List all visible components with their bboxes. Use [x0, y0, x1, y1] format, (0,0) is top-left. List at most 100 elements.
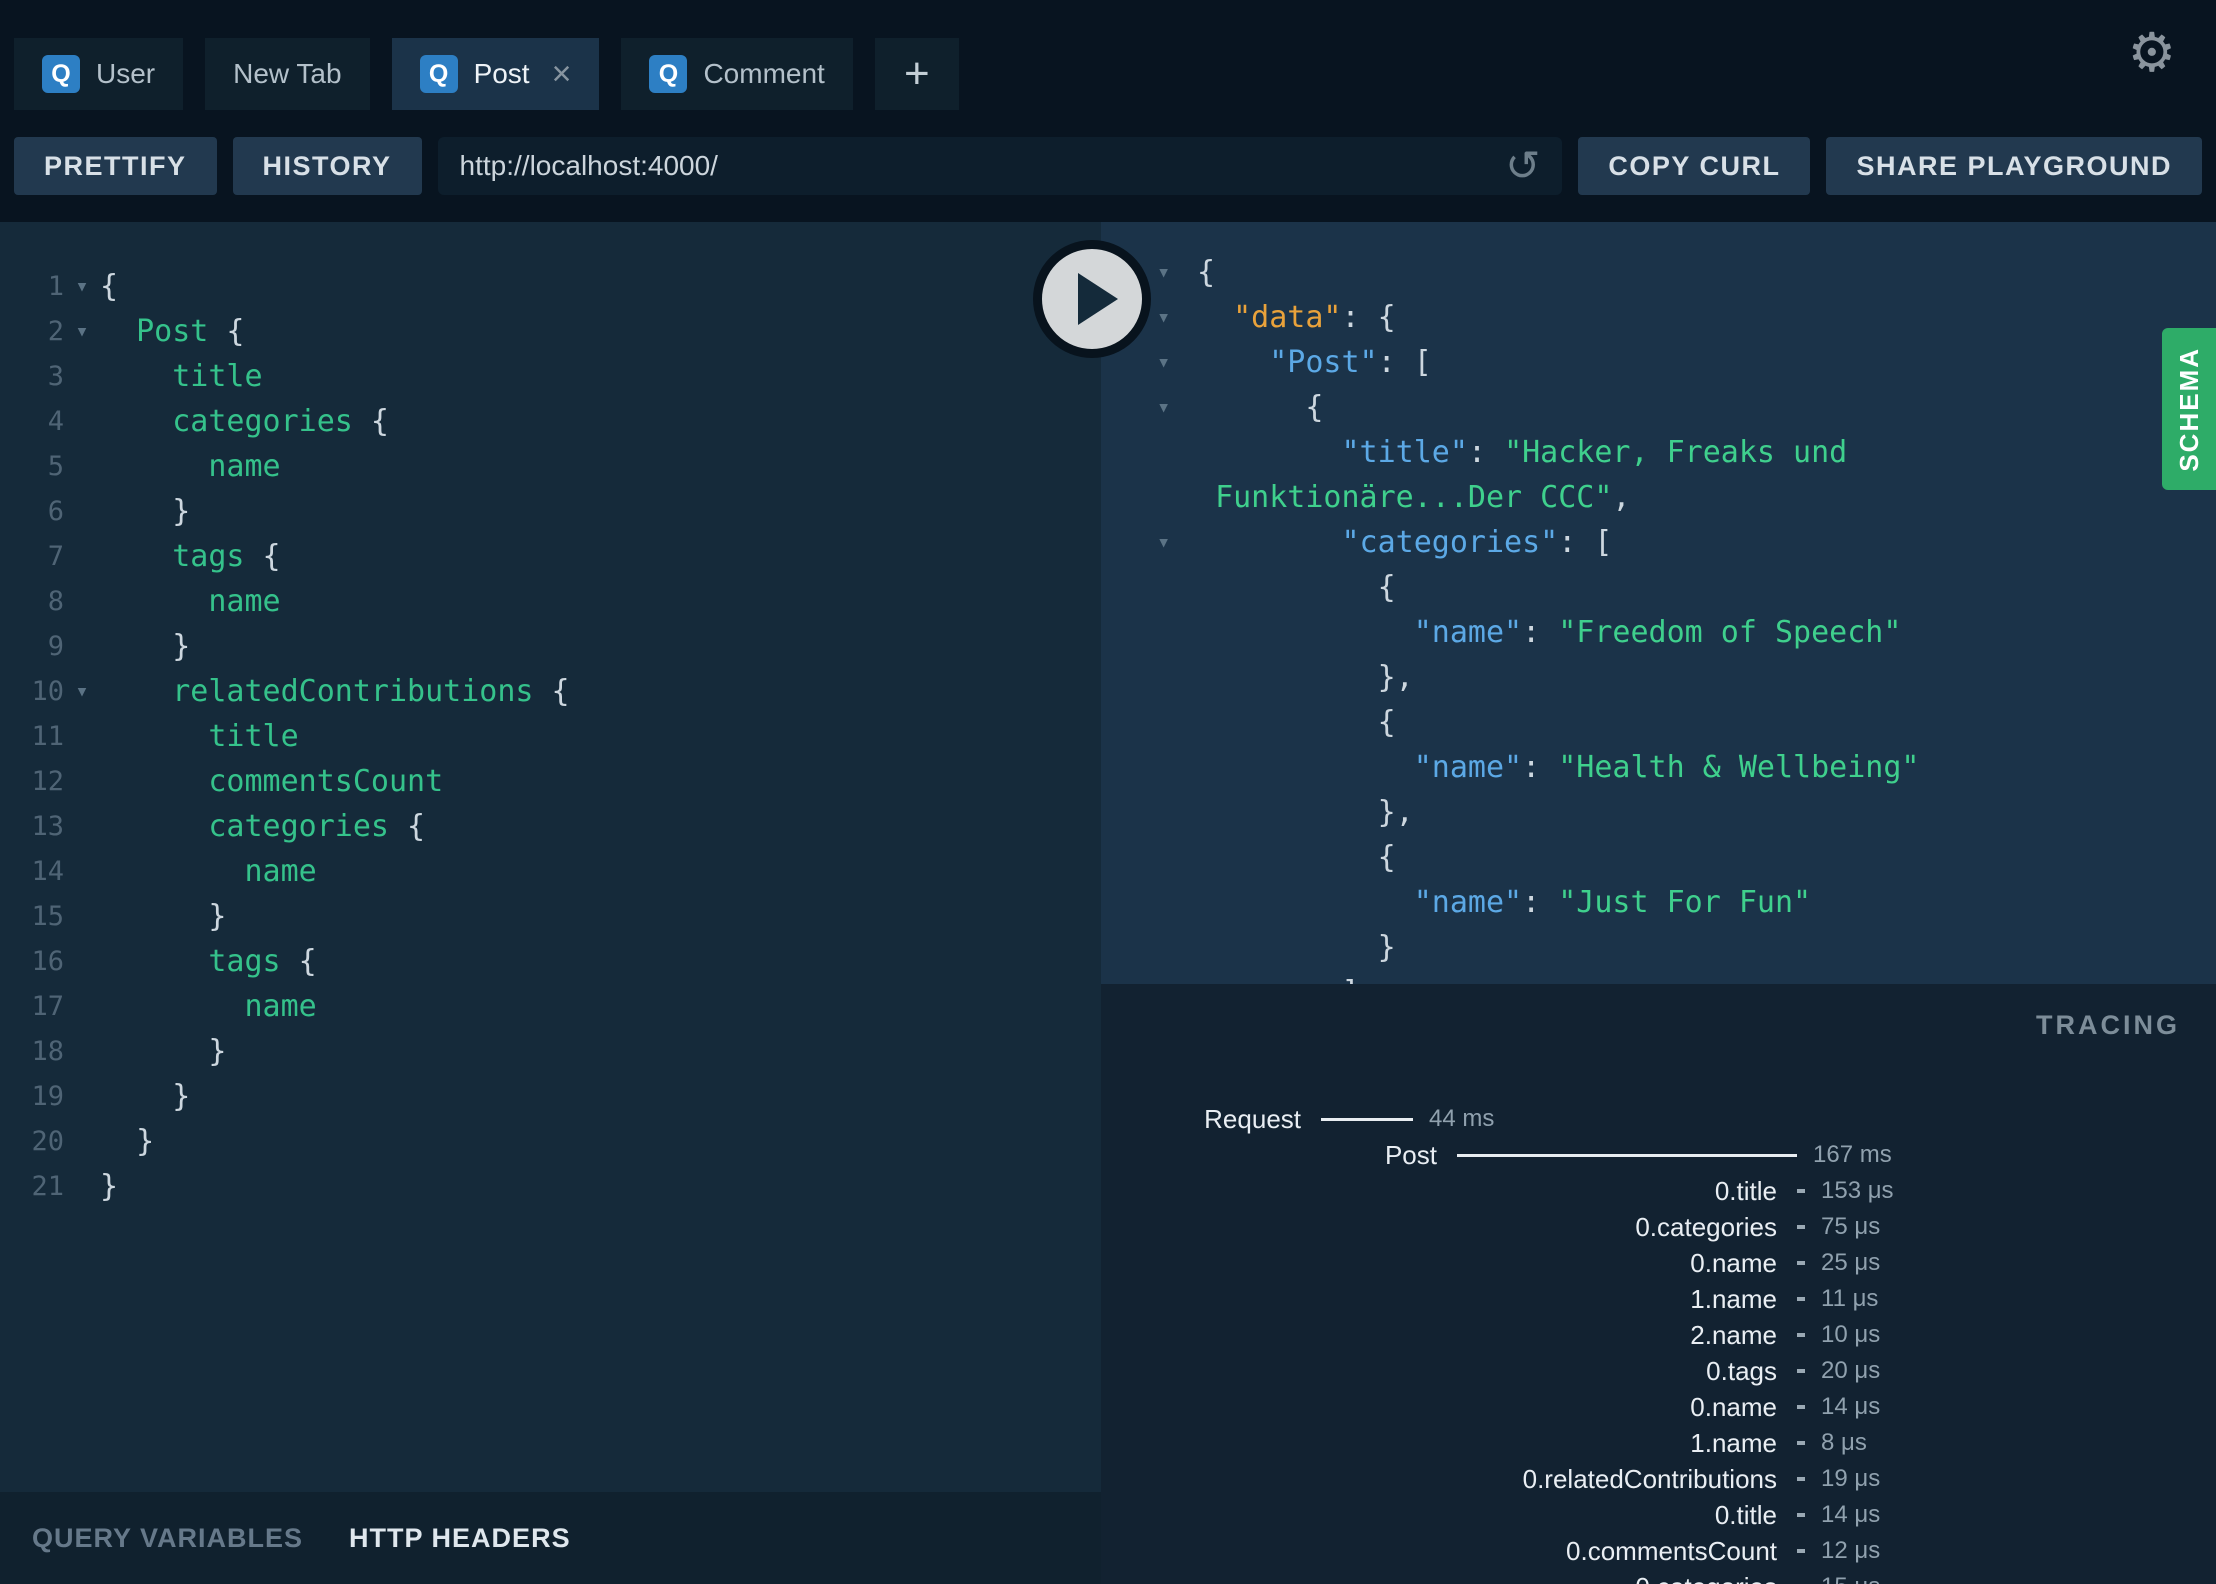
query-line[interactable]: 6 }: [16, 489, 1101, 534]
query-line[interactable]: 8 name: [16, 579, 1101, 624]
query-line[interactable]: 14 name: [16, 849, 1101, 894]
prettify-button[interactable]: PRETTIFY: [14, 137, 217, 195]
code-token: :: [1522, 750, 1559, 785]
reload-schema-icon[interactable]: ↺: [1505, 145, 1540, 187]
trace-time: 14 μs: [1821, 1393, 1881, 1420]
fold-gutter: [64, 444, 100, 489]
code-token: "Health & Wellbeing": [1558, 750, 1920, 785]
query-line-content: name: [100, 579, 280, 624]
query-line[interactable]: 1 ▾{: [16, 264, 1101, 309]
schema-tab[interactable]: SCHEMA: [2162, 328, 2216, 490]
tab-new-tab[interactable]: New Tab: [205, 38, 370, 110]
fold-gutter: [64, 804, 100, 849]
http-headers-tab[interactable]: HTTP HEADERS: [349, 1523, 571, 1554]
tab-user[interactable]: Q User: [14, 38, 184, 110]
code-token: categories: [172, 404, 353, 439]
code-token: {: [208, 314, 245, 349]
query-editor-pane[interactable]: 1 ▾{2 ▾ Post {3 title 4 categories {5 name 6…: [0, 222, 1101, 1584]
code-token: categories: [208, 809, 389, 844]
response-line-content: "data": {: [1197, 295, 1396, 340]
settings-gear-icon[interactable]: ⚙: [2128, 26, 2176, 80]
code-token: tags: [172, 539, 245, 574]
fold-arrow-icon[interactable]: ▾: [64, 309, 100, 354]
query-line[interactable]: 21}: [16, 1164, 1101, 1209]
response-line-content: "categories": [: [1197, 520, 1613, 565]
line-number: 1: [47, 271, 64, 302]
query-editor[interactable]: 1 ▾{2 ▾ Post {3 title 4 categories {5 name 6…: [0, 222, 1101, 1209]
schema-tab-label: SCHEMA: [2173, 346, 2204, 472]
query-line[interactable]: 15 }: [16, 894, 1101, 939]
query-line[interactable]: 17 name: [16, 984, 1101, 1029]
trace-row: 0.name 25 μs: [1101, 1245, 2216, 1281]
tab-post[interactable]: Q Post ×: [391, 38, 600, 110]
code-token: "Post": [1269, 345, 1378, 380]
response-line: "name": "Health & Wellbeing": [1157, 745, 2216, 790]
query-line[interactable]: 12 commentsCount: [16, 759, 1101, 804]
share-playground-button[interactable]: SHARE PLAYGROUND: [1826, 137, 2202, 195]
trace-label: 0.name: [1690, 1247, 1777, 1278]
fold-arrow-icon[interactable]: ▾: [64, 669, 100, 714]
fold-gutter: [64, 624, 100, 669]
tab-label: User: [96, 58, 156, 89]
query-line[interactable]: 10 ▾ relatedContributions {: [16, 669, 1101, 714]
query-line-content: categories {: [100, 804, 425, 849]
trace-label: 2.name: [1690, 1319, 1777, 1350]
fold-arrow-icon[interactable]: ▾: [1157, 295, 1197, 340]
response-line-content: },: [1197, 790, 1414, 835]
history-button[interactable]: HISTORY: [232, 137, 422, 195]
copy-curl-button[interactable]: COPY CURL: [1578, 137, 1811, 195]
trace-time: 167 ms: [1813, 1141, 1892, 1168]
query-line-content: commentsCount: [100, 759, 443, 804]
query-line[interactable]: 19 }: [16, 1074, 1101, 1119]
close-tab-icon[interactable]: ×: [552, 57, 572, 91]
response-line: {: [1157, 835, 2216, 880]
code-token: : {: [1341, 300, 1396, 335]
query-line[interactable]: 11 title: [16, 714, 1101, 759]
fold-arrow-icon[interactable]: ▾: [1157, 340, 1197, 385]
query-variables-tab[interactable]: QUERY VARIABLES: [32, 1523, 303, 1554]
query-line[interactable]: 20 }: [16, 1119, 1101, 1164]
fold-arrow-icon[interactable]: ▾: [1157, 520, 1197, 565]
fold-gutter: [1157, 475, 1197, 520]
fold-arrow-icon[interactable]: ▾: [1157, 250, 1197, 295]
line-number: 14: [31, 856, 64, 887]
tab-label: Comment: [703, 58, 825, 89]
fold-arrow-icon[interactable]: ▾: [64, 264, 100, 309]
endpoint-url-input[interactable]: [459, 150, 1506, 182]
line-number: 13: [31, 811, 64, 842]
response-line-content: {: [1197, 700, 1396, 745]
fold-arrow-icon[interactable]: ▾: [1157, 385, 1197, 430]
query-line[interactable]: 18 }: [16, 1029, 1101, 1074]
query-line[interactable]: 2 ▾ Post {: [16, 309, 1101, 354]
query-line[interactable]: 13 categories {: [16, 804, 1101, 849]
query-line[interactable]: 3 title: [16, 354, 1101, 399]
trace-row: 0.name 14 μs: [1101, 1389, 2216, 1425]
response-line-content: {: [1197, 385, 1323, 430]
query-line[interactable]: 7 tags {: [16, 534, 1101, 579]
fold-gutter: [1157, 745, 1197, 790]
query-line-content: tags {: [100, 534, 280, 579]
trace-label: 0.name: [1690, 1391, 1777, 1422]
query-line[interactable]: 5 name: [16, 444, 1101, 489]
trace-time: 25 μs: [1821, 1249, 1881, 1276]
code-token: {: [280, 944, 317, 979]
add-tab-button[interactable]: +: [874, 38, 959, 110]
response-line: },: [1157, 655, 2216, 700]
code-token: }: [100, 1079, 191, 1114]
response-line: ▾{: [1157, 250, 2216, 295]
line-number: 7: [47, 541, 64, 572]
response-line-content: Funktionäre...Der CCC",: [1197, 475, 1630, 520]
query-line[interactable]: 16 tags {: [16, 939, 1101, 984]
trace-time: 20 μs: [1821, 1357, 1881, 1384]
query-line[interactable]: 9 }: [16, 624, 1101, 669]
query-line[interactable]: 4 categories {: [16, 399, 1101, 444]
code-token: relatedContributions: [172, 674, 534, 709]
execute-query-button[interactable]: [1033, 240, 1151, 358]
response-line-content: }: [1197, 925, 1396, 970]
tab-comment[interactable]: Q Comment: [621, 38, 853, 110]
trace-waterfall: Request 44 ms Post 167 ms 0.title 153 μs 0.cat…: [1101, 1101, 2216, 1584]
